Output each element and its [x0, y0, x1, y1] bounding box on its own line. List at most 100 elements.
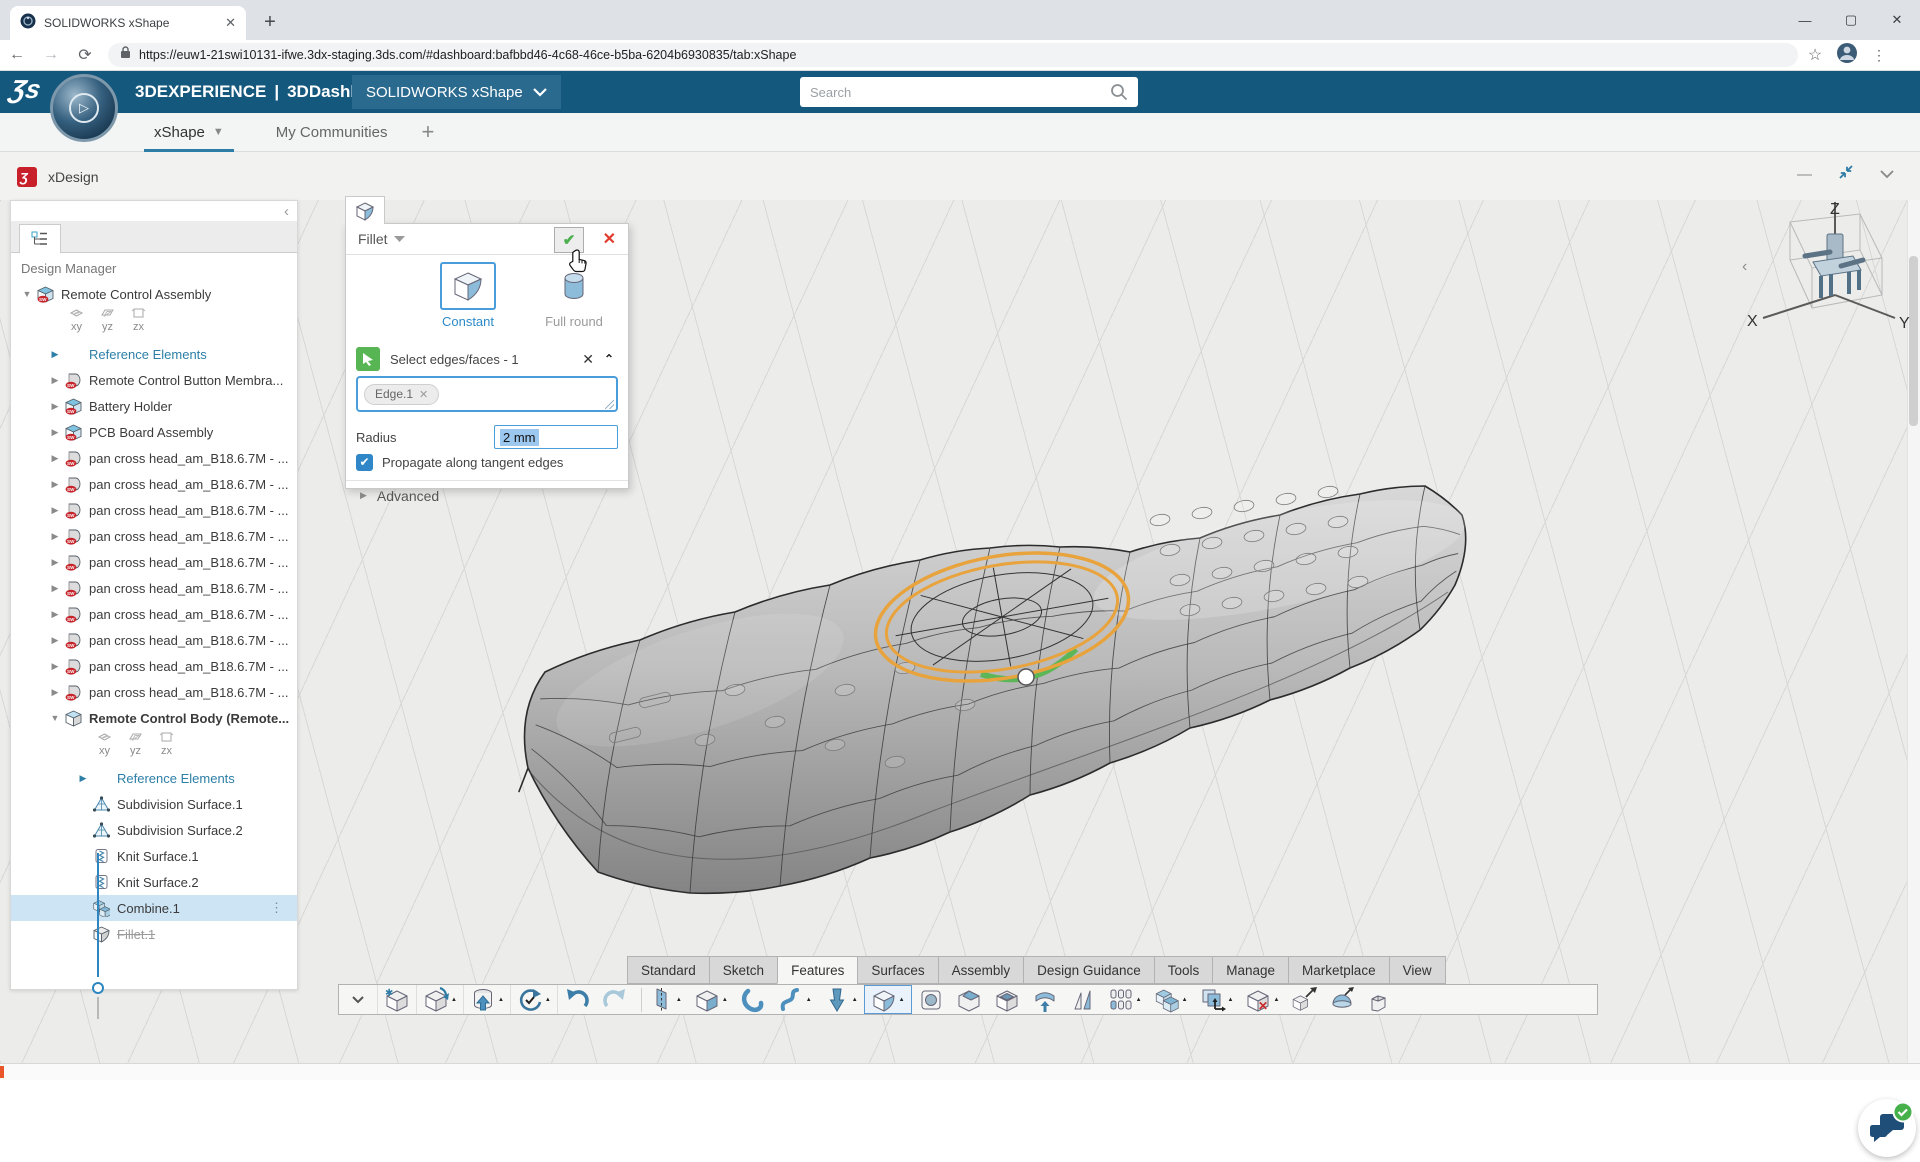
profile-avatar[interactable]: [1836, 42, 1858, 69]
plane-xy[interactable]: xy: [97, 731, 112, 765]
tree-item-knit-surface-1[interactable]: Knit Surface.1: [11, 843, 297, 869]
triad-rotate-arrow[interactable]: ‹: [1742, 258, 1747, 276]
revolve-button[interactable]: [734, 985, 772, 1014]
chamfer-button[interactable]: [950, 985, 988, 1014]
panel-collapse-icon[interactable]: ‹: [284, 203, 289, 220]
save-button[interactable]: ▲: [464, 985, 511, 1014]
plane-yz[interactable]: yz: [128, 731, 143, 765]
tree-item-pan-cross-head-am-b18-6-7m[interactable]: ▶ SW pan cross head_am_B18.6.7M - ...: [11, 497, 297, 523]
forward-icon[interactable]: →: [34, 46, 68, 64]
undo-button[interactable]: [558, 985, 596, 1014]
dropdown-arrow-icon[interactable]: ▲: [852, 997, 858, 1003]
collapse-icon[interactable]: [1880, 166, 1894, 183]
collapse-arrow-icon[interactable]: ▶: [49, 349, 61, 360]
combine-button[interactable]: ▲: [1148, 985, 1194, 1014]
split-button[interactable]: ▲: [642, 985, 688, 1014]
tree-item-pcb-board-assembly[interactable]: ▶ SW PCB Board Assembly: [11, 419, 297, 445]
restore-icon[interactable]: [1838, 164, 1854, 184]
option-constant[interactable]: Constant: [408, 262, 528, 329]
collapse-arrow-icon[interactable]: ▶: [49, 635, 61, 646]
draft-button[interactable]: ▲: [818, 985, 864, 1014]
insert-component-button[interactable]: ▲: [417, 985, 464, 1014]
ribbon-tab-features[interactable]: Features: [777, 956, 858, 984]
toolbar-collapse-button[interactable]: [339, 985, 378, 1014]
chip-remove-icon[interactable]: ✕: [419, 388, 428, 401]
tree-item-knit-surface-2[interactable]: Knit Surface.2: [11, 869, 297, 895]
ribbon-tab-standard[interactable]: Standard: [627, 956, 709, 984]
ribbon-tab-tools[interactable]: Tools: [1153, 956, 1213, 984]
tab-close-icon[interactable]: ✕: [225, 15, 236, 31]
move-button[interactable]: ▲: [1194, 985, 1240, 1014]
plane-zx[interactable]: zx: [131, 307, 146, 341]
chat-widget-button[interactable]: [1858, 1099, 1916, 1157]
window-close-button[interactable]: ✕: [1874, 0, 1920, 40]
tab-xshape[interactable]: xShape ▼: [128, 113, 250, 152]
new-tab-button[interactable]: +: [258, 11, 282, 34]
tree-item-subdivision-surface-2[interactable]: Subdivision Surface.2: [11, 817, 297, 843]
tree-item-pan-cross-head-am-b18-6-7m[interactable]: ▶ SW pan cross head_am_B18.6.7M - ...: [11, 627, 297, 653]
shell-button[interactable]: [988, 985, 1026, 1014]
ribbon-tab-assembly[interactable]: Assembly: [937, 956, 1024, 984]
boss-button[interactable]: ▲: [688, 985, 734, 1014]
design-manager-tab[interactable]: [19, 224, 61, 253]
tree-item-reference-elements[interactable]: ▶ Reference Elements: [11, 341, 297, 367]
tree-item-pan-cross-head-am-b18-6-7m[interactable]: ▶ SW pan cross head_am_B18.6.7M - ...: [11, 679, 297, 705]
tree-item-pan-cross-head-am-b18-6-7m[interactable]: ▶ SW pan cross head_am_B18.6.7M - ...: [11, 653, 297, 679]
tree-item-remote-control-body-remote[interactable]: ▼ Remote Control Body (Remote...: [11, 705, 297, 731]
collapse-arrow-icon[interactable]: ▶: [49, 687, 61, 698]
dome-button[interactable]: [1323, 985, 1361, 1014]
collapse-arrow-icon[interactable]: ▶: [49, 557, 61, 568]
collapse-arrow-icon[interactable]: ▶: [49, 505, 61, 516]
scale-button[interactable]: [1285, 985, 1323, 1014]
dropdown-arrow-icon[interactable]: ▲: [1228, 997, 1234, 1003]
tree-item-pan-cross-head-am-b18-6-7m[interactable]: ▶ SW pan cross head_am_B18.6.7M - ...: [11, 445, 297, 471]
search-icon[interactable]: [1110, 83, 1128, 101]
clear-selection-icon[interactable]: ✕: [582, 351, 594, 368]
timeline-marker[interactable]: [92, 982, 104, 994]
collapse-arrow-icon[interactable]: ▶: [49, 609, 61, 620]
dropdown-arrow-icon[interactable]: ▲: [451, 997, 457, 1003]
tree-item-combine-1[interactable]: Combine.1 ⋮: [11, 895, 297, 921]
dropdown-arrow-icon[interactable]: ▲: [722, 997, 728, 1003]
tree-item-fillet-1[interactable]: Fillet.1: [11, 921, 297, 947]
advanced-section[interactable]: ▶ Advanced: [346, 480, 628, 510]
hole-button[interactable]: [912, 985, 950, 1014]
window-maximize-button[interactable]: ▢: [1828, 0, 1874, 40]
window-minimize-button[interactable]: —: [1782, 0, 1828, 40]
dropdown-arrow-icon[interactable]: ▲: [1273, 997, 1279, 1003]
ribbon-tab-manage[interactable]: Manage: [1212, 956, 1289, 984]
ribbon-tab-marketplace[interactable]: Marketplace: [1288, 956, 1389, 984]
collapse-arrow-icon[interactable]: ▶: [49, 583, 61, 594]
ribbon-tab-view[interactable]: View: [1388, 956, 1446, 984]
tree-item-reference-elements[interactable]: ▶ Reference Elements: [11, 765, 297, 791]
minimize-icon[interactable]: —: [1797, 166, 1812, 183]
dropdown-arrow-icon[interactable]: ▲: [545, 997, 551, 1003]
page-scrollbar[interactable]: [1907, 200, 1920, 1063]
3dcompass[interactable]: ▷: [50, 74, 118, 142]
ribbon-tab-sketch[interactable]: Sketch: [708, 956, 778, 984]
new-feature-button[interactable]: ✱: [378, 985, 417, 1014]
bookmark-star-icon[interactable]: ☆: [1798, 45, 1832, 65]
collapse-arrow-icon[interactable]: ▶: [77, 773, 89, 784]
fillet-dialog-tab[interactable]: [345, 196, 385, 224]
collapse-arrow-icon[interactable]: ▶: [49, 453, 61, 464]
selection-chip[interactable]: Edge.1 ✕: [364, 383, 440, 405]
propagate-checkbox[interactable]: ✔: [356, 454, 373, 471]
tree-item-pan-cross-head-am-b18-6-7m[interactable]: ▶ SW pan cross head_am_B18.6.7M - ...: [11, 523, 297, 549]
dropdown-arrow-icon[interactable]: ▲: [806, 997, 812, 1003]
chrome-menu-icon[interactable]: ⋮: [1862, 47, 1896, 64]
reload-icon[interactable]: ⟳: [68, 45, 102, 65]
delete-face-button[interactable]: ✕ ▲: [1239, 985, 1285, 1014]
dropdown-arrow-icon[interactable]: ▲: [899, 997, 905, 1003]
add-tab-button[interactable]: +: [413, 119, 442, 145]
collapse-arrow-icon[interactable]: ▶: [49, 427, 61, 438]
wrap-button[interactable]: [1026, 985, 1064, 1014]
redo-button[interactable]: [596, 985, 634, 1014]
rib-button[interactable]: [1064, 985, 1102, 1014]
dropdown-arrow-icon[interactable]: ▲: [1136, 997, 1142, 1003]
ribbon-tab-surfaces[interactable]: Surfaces: [857, 956, 938, 984]
back-icon[interactable]: ←: [0, 46, 34, 64]
fillet-button[interactable]: ▲: [863, 985, 912, 1014]
dropdown-arrow-icon[interactable]: ▲: [1182, 997, 1188, 1003]
collapse-arrow-icon[interactable]: ▶: [49, 661, 61, 672]
